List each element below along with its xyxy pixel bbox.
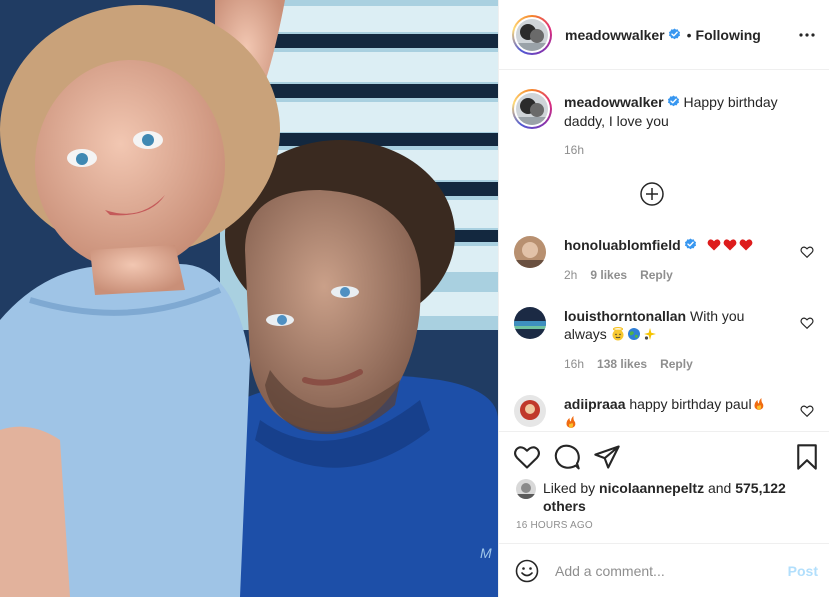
liked-by-text: Liked by nicolaannepeltz and 575,122 oth…	[543, 479, 793, 515]
liked-by-and: and	[707, 480, 732, 496]
svg-text:M: M	[480, 545, 492, 561]
post-photo-illustration: M	[0, 0, 498, 597]
comment-item: louisthorntonallan With you always 16h 13…	[514, 307, 814, 377]
red-heart-emoji-icon	[707, 239, 720, 251]
following-button[interactable]: Following	[696, 27, 761, 43]
comments-list[interactable]: meadowwalker Happy birthday daddy, I lov…	[499, 71, 829, 431]
commenter-username[interactable]: louisthorntonallan	[564, 308, 686, 324]
comment-time: 2h	[564, 268, 578, 282]
instagram-post: M meadowwalker • Following meadowwalker …	[0, 0, 829, 597]
add-comment-bar: Post	[499, 543, 829, 597]
liker-username[interactable]: nicolaannepeltz	[599, 480, 704, 496]
verified-badge-icon	[667, 95, 679, 107]
heart-icon[interactable]	[800, 245, 814, 259]
caption-time: 16h	[564, 143, 585, 157]
caption-body: meadowwalker Happy birthday daddy, I lov…	[564, 93, 814, 131]
sparkle-emoji-icon	[643, 328, 656, 340]
post-actions: Liked by nicolaannepeltz and 575,122 oth…	[499, 431, 829, 543]
caption-author-username[interactable]: meadowwalker	[564, 94, 664, 110]
heart-icon[interactable]	[800, 316, 814, 330]
commenter-username[interactable]: honoluablomfield	[564, 237, 681, 253]
verified-badge-icon	[684, 238, 696, 250]
commenter-avatar[interactable]	[514, 395, 546, 427]
comment-item: adiipraaa happy birthday paul	[514, 395, 814, 431]
commenter-username[interactable]: adiipraaa	[564, 396, 625, 412]
comment-text: happy birthday paul	[629, 396, 752, 412]
fire-emoji-icon	[566, 416, 576, 428]
separator-dot: •	[686, 26, 692, 43]
comment-body: honoluablomfield	[564, 236, 779, 254]
comment-likes[interactable]: 9 likes	[590, 268, 627, 282]
caption-author-avatar-ring[interactable]	[512, 89, 552, 129]
liker-avatar[interactable]	[516, 479, 536, 499]
liked-by-prefix: Liked by	[543, 480, 596, 496]
angel-face-emoji-icon	[612, 327, 624, 341]
reply-button[interactable]: Reply	[660, 357, 693, 371]
emoji-smiley-icon[interactable]	[515, 559, 539, 583]
commenter-avatar[interactable]	[514, 236, 546, 268]
globe-emoji-icon	[627, 328, 640, 340]
load-more-comments-icon[interactable]	[639, 181, 665, 207]
comment-meta: 2h 9 likes Reply	[564, 268, 686, 282]
comment-time: 16h	[564, 357, 585, 371]
comment-body: louisthorntonallan With you always	[564, 307, 779, 343]
post-photo[interactable]: M	[0, 0, 498, 597]
post-header: meadowwalker • Following	[499, 0, 829, 70]
comment-likes[interactable]: 138 likes	[597, 357, 647, 371]
comment-item: honoluablomfield 2h 9 likes Reply	[514, 236, 814, 286]
comment-body: adiipraaa happy birthday paul	[564, 395, 779, 431]
comment-bubble-icon[interactable]	[553, 443, 581, 471]
author-username[interactable]: meadowwalker	[565, 27, 665, 43]
more-options-icon[interactable]	[797, 25, 817, 45]
verified-badge-icon	[668, 28, 680, 40]
commenter-avatar[interactable]	[514, 307, 546, 339]
fire-emoji-icon	[754, 398, 763, 410]
comment-input[interactable]	[555, 562, 775, 579]
author-avatar	[516, 18, 548, 51]
paper-plane-icon[interactable]	[593, 443, 621, 471]
red-heart-emoji-icon	[739, 239, 752, 251]
caption-author-avatar	[516, 93, 548, 125]
heart-icon[interactable]	[800, 404, 814, 418]
post-comment-button[interactable]: Post	[788, 563, 818, 579]
comment-meta: 16h 138 likes Reply	[564, 357, 706, 371]
red-heart-emoji-icon	[723, 239, 736, 251]
bookmark-icon[interactable]	[793, 443, 821, 471]
post-timestamp[interactable]: 16 HOURS AGO	[516, 520, 593, 531]
reply-button[interactable]: Reply	[640, 268, 673, 282]
author-avatar-ring[interactable]	[512, 14, 552, 55]
heart-icon[interactable]	[513, 443, 541, 471]
post-side-panel: meadowwalker • Following meadowwalker Ha…	[498, 0, 829, 597]
